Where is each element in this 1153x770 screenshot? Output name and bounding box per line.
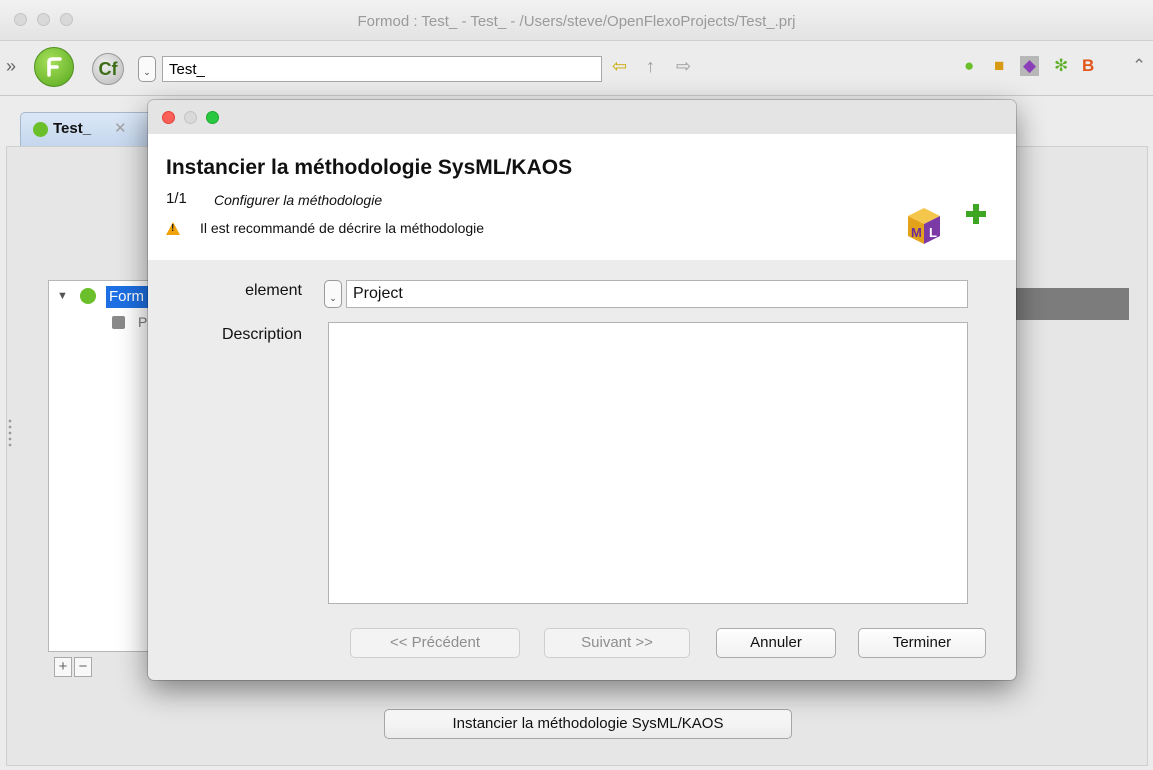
tree-expand-icon[interactable]: ▼ xyxy=(57,290,68,302)
tab-label: Test_ xyxy=(53,120,92,137)
cf-module-icon[interactable]: Cf xyxy=(92,53,124,85)
dialog-header: Instancier la méthodologie SysML/KAOS 1/… xyxy=(148,134,1016,260)
b-module-icon[interactable]: B xyxy=(1082,56,1094,76)
step-description: Configurer la méthodologie xyxy=(214,192,383,208)
sysml-logo-icon: M L xyxy=(908,208,940,244)
selected-row-bar[interactable] xyxy=(1016,288,1129,320)
tree-item-root[interactable]: Form xyxy=(106,286,152,308)
dialog-minimize-button[interactable] xyxy=(184,111,197,124)
warning-message: Il est recommandé de décrire la méthodol… xyxy=(200,220,485,236)
element-label: element xyxy=(245,282,302,299)
forward-arrow-icon[interactable]: ⇨ xyxy=(676,56,691,77)
warning-icon xyxy=(166,222,180,235)
tab-test[interactable]: Test_ ✕ xyxy=(20,112,152,146)
next-button[interactable]: Suivant >> xyxy=(544,628,690,658)
step-counter: 1/1 xyxy=(166,190,187,207)
remove-button[interactable]: − xyxy=(74,657,92,677)
dialog-zoom-button[interactable] xyxy=(206,111,219,124)
cancel-button[interactable]: Annuler xyxy=(716,628,836,658)
previous-button[interactable]: << Précédent xyxy=(350,628,520,658)
sysml-cube-icon[interactable]: ◆ xyxy=(1020,56,1040,76)
description-label: Description xyxy=(221,326,302,343)
wizard-dialog: Instancier la méthodologie SysML/KAOS 1/… xyxy=(148,100,1016,680)
tree-item-child[interactable]: P xyxy=(138,314,147,330)
add-button[interactable]: + xyxy=(54,657,72,677)
dialog-titlebar xyxy=(148,100,1016,134)
book-icon[interactable]: ■ xyxy=(994,56,1004,76)
collapse-chevron-icon[interactable]: ⌃ xyxy=(1132,56,1146,76)
f-letter-icon xyxy=(47,57,62,77)
element-field[interactable]: Project xyxy=(346,280,968,308)
svg-text:L: L xyxy=(929,225,937,240)
svg-text:M: M xyxy=(911,225,922,240)
dialog-title: Instancier la méthodologie SysML/KAOS xyxy=(166,156,573,179)
dialog-close-button[interactable] xyxy=(162,111,175,124)
tree-panel xyxy=(48,280,150,652)
project-dropdown-button[interactable]: ⌄ xyxy=(138,56,156,82)
finish-button[interactable]: Terminer xyxy=(858,628,986,658)
formod-icon[interactable]: ● xyxy=(964,56,974,76)
formod-tree-icon xyxy=(80,288,96,304)
back-arrow-icon[interactable]: ⇦ xyxy=(612,56,627,77)
description-textarea[interactable] xyxy=(328,322,968,604)
up-arrow-icon[interactable]: ↑ xyxy=(646,56,655,77)
file-icon xyxy=(112,316,125,329)
formod-module-icon[interactable] xyxy=(34,47,74,87)
plus-icon xyxy=(966,204,986,224)
window-title: Formod : Test_ - Test_ - /Users/steve/Op… xyxy=(357,13,796,30)
splitter-grip-icon[interactable] xyxy=(8,418,12,448)
double-chevron-icon[interactable]: » xyxy=(6,56,16,77)
project-field[interactable] xyxy=(162,56,602,82)
atom-icon[interactable]: ✻ xyxy=(1054,56,1068,76)
instantiate-methodology-button[interactable]: Instancier la méthodologie SysML/KAOS xyxy=(384,709,792,739)
element-dropdown-button[interactable]: ⌄ xyxy=(324,280,342,308)
close-tab-icon[interactable]: ✕ xyxy=(114,119,127,137)
window-titlebar: Formod : Test_ - Test_ - /Users/steve/Op… xyxy=(0,0,1153,41)
formod-tab-icon xyxy=(33,122,48,137)
